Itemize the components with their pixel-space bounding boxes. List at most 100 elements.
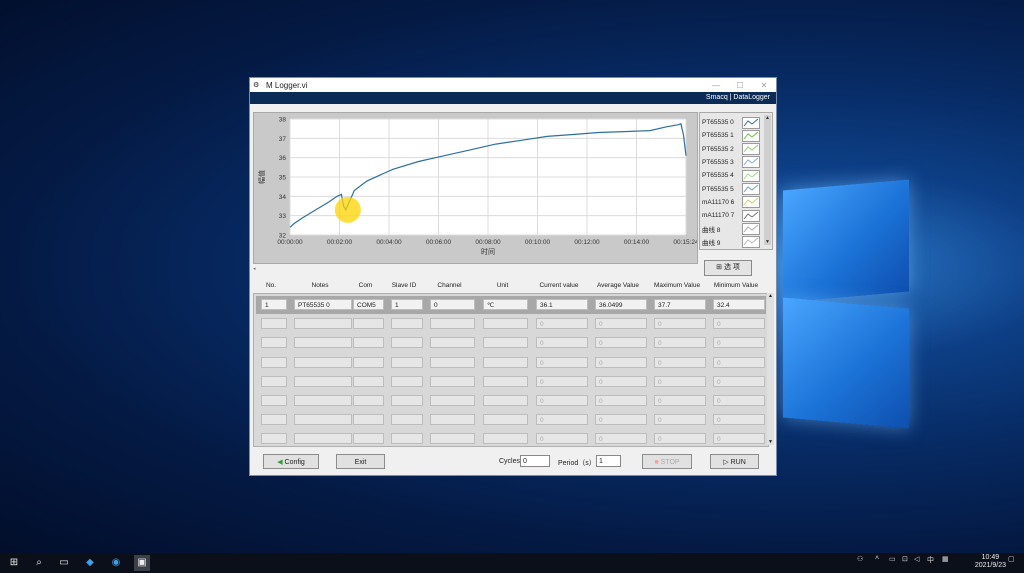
table-cell[interactable] bbox=[391, 395, 423, 406]
table-cell[interactable]: 0 bbox=[713, 433, 765, 445]
table-cell[interactable] bbox=[483, 356, 528, 368]
labview-app-icon[interactable]: ▣ bbox=[134, 555, 150, 571]
table-cell[interactable] bbox=[391, 375, 423, 387]
table-cell[interactable]: PT65535 0 bbox=[294, 299, 352, 310]
legend-item[interactable]: 曲线 8 bbox=[702, 222, 762, 235]
legend-item[interactable]: 曲线 9 bbox=[702, 236, 762, 249]
table-row[interactable]: 0000 bbox=[256, 411, 766, 429]
table-cell[interactable]: 0 bbox=[536, 414, 588, 426]
battery-icon[interactable]: ▭ bbox=[889, 555, 896, 563]
period-field[interactable]: 1 bbox=[596, 455, 621, 467]
run-button[interactable]: ▷ RUN bbox=[710, 454, 759, 469]
table-cell[interactable] bbox=[391, 356, 423, 368]
notification-icon[interactable]: ▢ bbox=[1008, 555, 1015, 563]
table-cell[interactable]: 0 bbox=[595, 414, 647, 426]
table-cell[interactable]: 37.7 bbox=[654, 299, 706, 310]
table-cell[interactable]: 0 bbox=[430, 299, 475, 310]
table-cell[interactable]: 32.4 bbox=[713, 299, 765, 310]
keyboard-icon[interactable]: ▦ bbox=[942, 555, 949, 563]
cycles-field[interactable]: 0 bbox=[520, 455, 550, 467]
table-cell[interactable]: 0 bbox=[595, 318, 647, 330]
table-cell[interactable]: 0 bbox=[713, 337, 765, 349]
stop-button[interactable]: ■ STOP bbox=[642, 454, 692, 469]
table-cell[interactable]: 36.1 bbox=[536, 299, 588, 310]
table-cell[interactable]: 0 bbox=[536, 337, 588, 349]
table-cell[interactable] bbox=[294, 337, 352, 349]
table-cell[interactable]: 0 bbox=[654, 433, 706, 445]
table-cell[interactable]: 0 bbox=[595, 433, 647, 445]
table-cell[interactable]: 0 bbox=[654, 318, 706, 330]
table-cell[interactable] bbox=[391, 414, 423, 426]
scroll-down-icon[interactable]: ▼ bbox=[764, 239, 771, 245]
table-cell[interactable]: 0 bbox=[654, 414, 706, 426]
table-row[interactable]: 1 PT65535 0 COM5 1 0 ℃ 36.1 36.0499 37.7 32.4 bbox=[256, 296, 766, 314]
legend-item[interactable]: PT65535 1 bbox=[702, 129, 762, 142]
table-cell[interactable] bbox=[294, 318, 352, 330]
table-cell[interactable] bbox=[391, 337, 423, 349]
ime-indicator[interactable]: 中 bbox=[927, 555, 934, 565]
table-cell[interactable] bbox=[430, 395, 475, 406]
table-cell[interactable] bbox=[294, 356, 352, 368]
table-cell[interactable]: 0 bbox=[713, 356, 765, 368]
table-cell[interactable]: 0 bbox=[654, 395, 706, 406]
minimize-icon[interactable]: — bbox=[704, 81, 728, 90]
table-cell[interactable]: 0 bbox=[595, 375, 647, 387]
legend-item[interactable]: mA11170 6 bbox=[702, 196, 762, 209]
table-cell[interactable]: 1 bbox=[391, 299, 423, 310]
close-icon[interactable]: ✕ bbox=[752, 81, 776, 90]
table-cell[interactable] bbox=[430, 414, 475, 426]
table-cell[interactable]: 0 bbox=[536, 375, 588, 387]
table-cell[interactable] bbox=[261, 395, 287, 406]
legend-item[interactable]: PT65535 3 bbox=[702, 156, 762, 169]
table-scrollbar[interactable]: ▲ ▼ bbox=[767, 293, 774, 445]
scroll-up-icon[interactable]: ▲ bbox=[764, 115, 771, 121]
table-cell[interactable]: 0 bbox=[713, 395, 765, 406]
table-cell[interactable]: 0 bbox=[713, 375, 765, 387]
table-cell[interactable] bbox=[483, 395, 528, 406]
table-cell[interactable] bbox=[483, 414, 528, 426]
table-row[interactable]: 0000 bbox=[256, 334, 766, 352]
table-cell[interactable] bbox=[430, 433, 475, 445]
config-button[interactable]: ◀ Config bbox=[263, 454, 319, 469]
table-cell[interactable] bbox=[261, 356, 287, 368]
graph-palette-button[interactable]: ⊞ 选 项 bbox=[704, 260, 752, 276]
table-cell[interactable]: 1 bbox=[261, 299, 287, 310]
table-cell[interactable]: 0 bbox=[595, 337, 647, 349]
table-row[interactable]: 0000 bbox=[256, 430, 766, 446]
horizontal-scroll[interactable]: ◂ bbox=[253, 266, 696, 272]
table-cell[interactable] bbox=[483, 318, 528, 330]
app-icon-q[interactable]: ◉ bbox=[108, 555, 124, 571]
table-cell[interactable] bbox=[353, 337, 384, 349]
table-cell[interactable] bbox=[353, 433, 384, 445]
table-cell[interactable]: ℃ bbox=[483, 299, 528, 310]
table-cell[interactable] bbox=[261, 414, 287, 426]
table-cell[interactable]: 0 bbox=[536, 318, 588, 330]
table-cell[interactable] bbox=[353, 375, 384, 387]
table-cell[interactable] bbox=[261, 375, 287, 387]
table-cell[interactable] bbox=[391, 318, 423, 330]
table-cell[interactable]: 0 bbox=[654, 337, 706, 349]
table-cell[interactable] bbox=[294, 433, 352, 445]
legend-item[interactable]: PT65535 0 bbox=[702, 116, 762, 129]
table-cell[interactable] bbox=[483, 375, 528, 387]
volume-icon[interactable]: ◁ bbox=[914, 555, 919, 563]
table-cell[interactable] bbox=[483, 433, 528, 445]
legend-item[interactable]: PT65535 5 bbox=[702, 183, 762, 196]
table-cell[interactable]: 0 bbox=[654, 375, 706, 387]
table-cell[interactable] bbox=[353, 356, 384, 368]
table-cell[interactable] bbox=[261, 433, 287, 445]
table-row[interactable]: 0000 bbox=[256, 392, 766, 410]
scroll-down-icon[interactable]: ▼ bbox=[767, 439, 774, 445]
legend-item[interactable]: mA11170 7 bbox=[702, 209, 762, 222]
table-cell[interactable] bbox=[391, 433, 423, 445]
scroll-up-icon[interactable]: ▲ bbox=[767, 293, 774, 299]
start-windows-icon[interactable]: ⊞ bbox=[6, 555, 22, 571]
legend-item[interactable]: PT65535 2 bbox=[702, 143, 762, 156]
exit-button[interactable]: Exit bbox=[336, 454, 385, 469]
table-cell[interactable] bbox=[353, 395, 384, 406]
table-cell[interactable] bbox=[430, 375, 475, 387]
table-cell[interactable]: 0 bbox=[536, 356, 588, 368]
table-cell[interactable] bbox=[294, 375, 352, 387]
task-view-icon[interactable]: ▭ bbox=[56, 555, 72, 571]
table-cell[interactable]: 0 bbox=[713, 414, 765, 426]
